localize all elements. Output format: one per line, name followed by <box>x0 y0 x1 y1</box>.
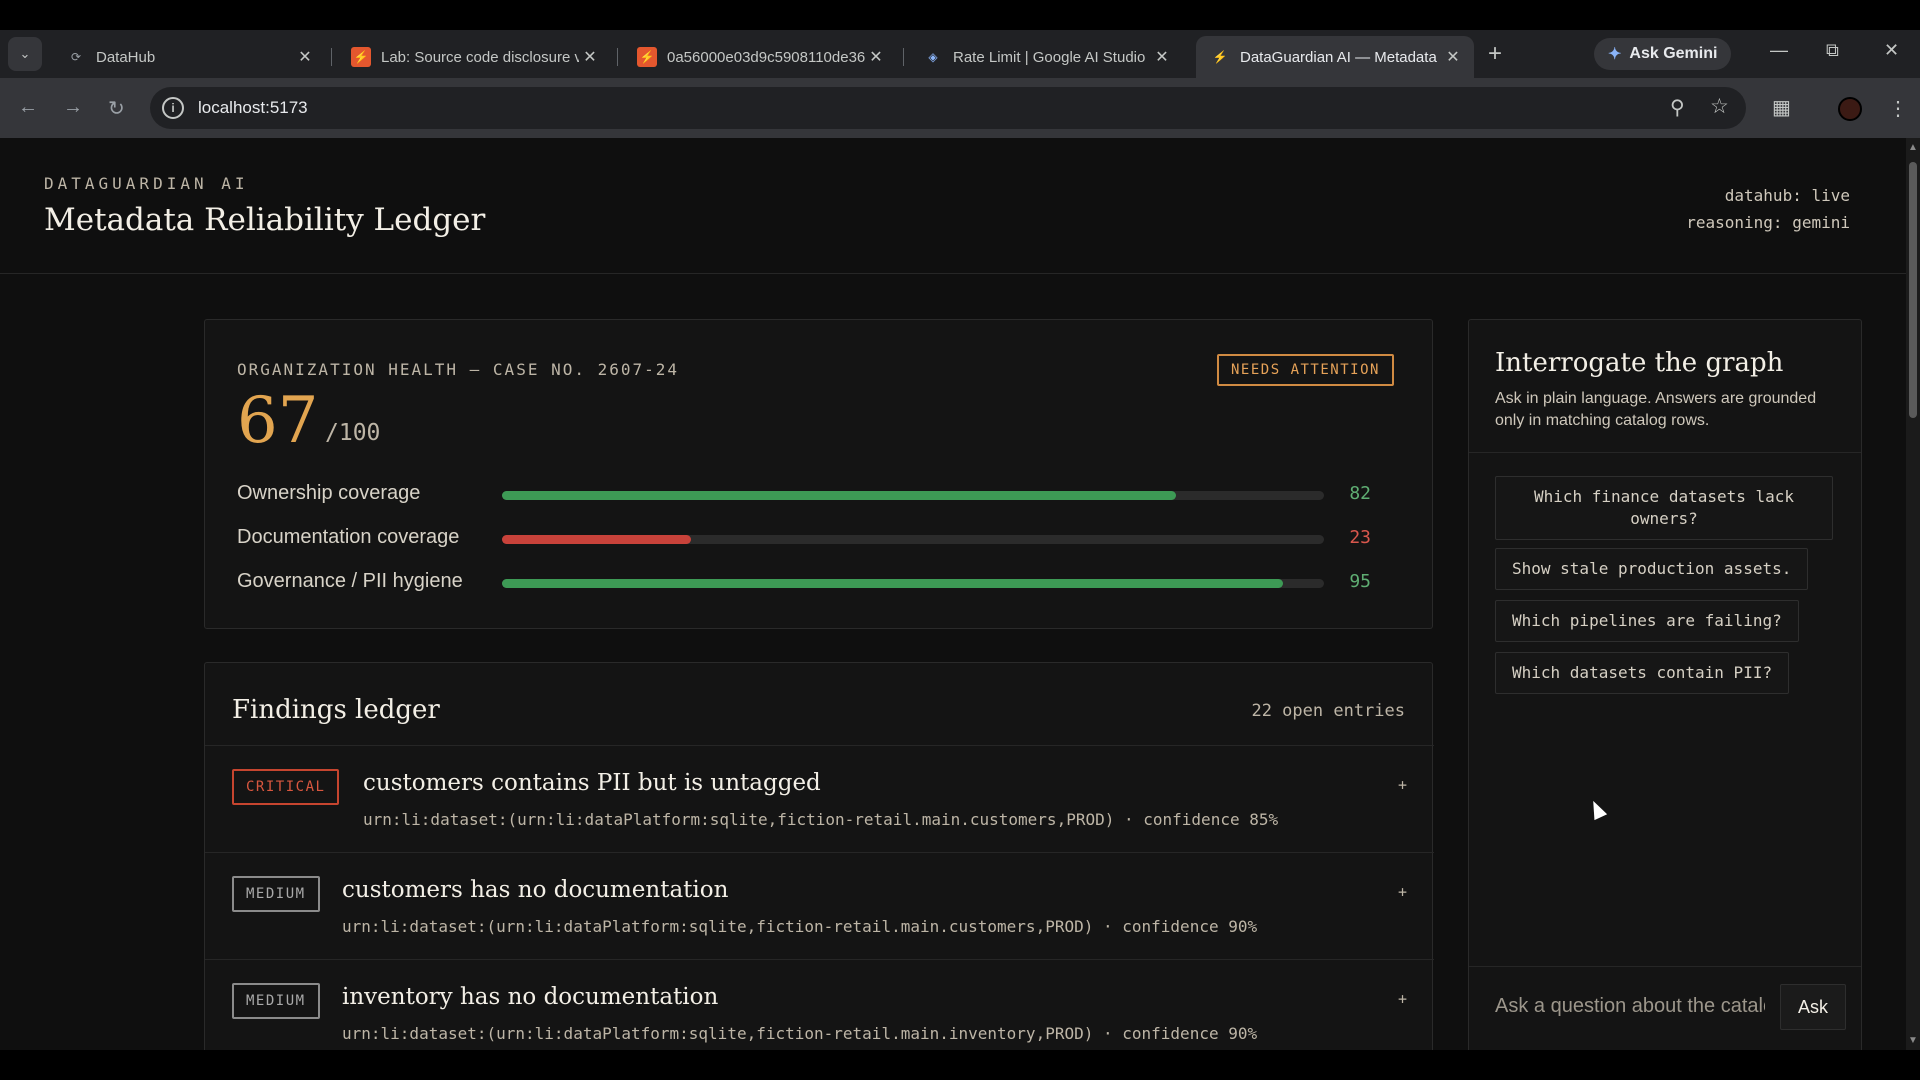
metric-fill <box>502 535 692 544</box>
divider <box>1469 452 1861 453</box>
portswigger-favicon: ⚡ <box>351 47 371 67</box>
ask-panel: Interrogate the graph Ask in plain langu… <box>1468 319 1862 1050</box>
site-info-icon[interactable]: i <box>162 97 184 119</box>
findings-count: 22 open entries <box>1251 701 1405 721</box>
question-input[interactable] <box>1495 984 1765 1028</box>
profile-avatar[interactable] <box>1838 97 1862 121</box>
reload-icon[interactable]: ↻ <box>108 96 125 121</box>
brand-label: DATAGUARDIAN AI <box>44 174 249 193</box>
finding-row[interactable]: MEDIUM customers has no documentation ur… <box>205 852 1434 959</box>
metric-track <box>502 535 1324 544</box>
page-scrollbar[interactable]: ▲ ▼ <box>1906 138 1920 1050</box>
metric-label: Ownership coverage <box>237 482 421 504</box>
close-icon[interactable]: ✕ <box>1151 47 1173 67</box>
page-title: Metadata Reliability Ledger <box>44 202 486 238</box>
divider <box>1469 966 1861 967</box>
expand-icon[interactable]: + <box>1398 990 1407 1008</box>
finding-title: customers contains PII but is untagged <box>363 770 821 796</box>
tab-datahub[interactable]: ⟳ DataHub ✕ <box>52 36 326 78</box>
finding-urn: urn:li:dataset:(urn:li:dataPlatform:sqli… <box>342 1024 1258 1043</box>
window-close-icon[interactable]: ✕ <box>1884 40 1899 61</box>
metric-label: Documentation coverage <box>237 526 460 548</box>
suggestion-chip[interactable]: Which pipelines are failing? <box>1495 600 1799 642</box>
url-text: localhost:5173 <box>198 98 308 117</box>
findings-title: Findings ledger <box>232 695 440 725</box>
scroll-down-icon[interactable]: ▼ <box>1908 1035 1918 1046</box>
suggestion-chip[interactable]: Which finance datasets lack owners? <box>1495 476 1833 540</box>
case-label: ORGANIZATION HEALTH — CASE NO. 2607-24 <box>237 360 680 379</box>
ask-button[interactable]: Ask <box>1780 984 1846 1030</box>
metric-fill <box>502 491 1177 500</box>
new-tab-icon[interactable]: + <box>1488 40 1502 68</box>
bookmark-star-icon[interactable]: ☆ <box>1710 94 1729 119</box>
ask-description: Ask in plain language. Answers are groun… <box>1495 390 1817 429</box>
finding-urn: urn:li:dataset:(urn:li:dataPlatform:sqli… <box>363 810 1279 829</box>
metric-track <box>502 491 1324 500</box>
ai-studio-favicon: ◈ <box>928 50 938 64</box>
health-score-max: /100 <box>325 420 381 446</box>
close-icon[interactable]: ✕ <box>294 47 316 67</box>
metric-value: 95 <box>1349 571 1371 592</box>
metric-label: Governance / PII hygiene <box>237 570 463 592</box>
expand-icon[interactable]: + <box>1398 883 1407 901</box>
tab-ai-studio[interactable]: ◈ Rate Limit | Google AI Studio ✕ <box>909 36 1183 78</box>
findings-ledger: Findings ledger 22 open entries CRITICAL… <box>204 662 1434 1050</box>
ask-title: Interrogate the graph <box>1495 348 1784 378</box>
scrollbar-thumb[interactable] <box>1909 162 1917 418</box>
portswigger-favicon: ⚡ <box>637 47 657 67</box>
tab-dataguardian[interactable]: ⚡ DataGuardian AI — Metadata ✕ <box>1196 36 1474 78</box>
suggestion-chip[interactable]: Show stale production assets. <box>1495 548 1809 590</box>
page-header: DATAGUARDIAN AI Metadata Reliability Led… <box>0 138 1906 274</box>
health-card: ORGANIZATION HEALTH — CASE NO. 2607-24 N… <box>204 319 1433 629</box>
health-score: 67 <box>237 384 319 458</box>
metric-value: 23 <box>1349 527 1371 548</box>
address-bar[interactable]: i localhost:5173 ⚲ ☆ <box>150 87 1746 129</box>
close-icon[interactable]: ✕ <box>579 47 601 67</box>
metric-governance: Governance / PII hygiene 95 <box>237 568 1407 598</box>
tab-title: DataHub <box>96 48 156 66</box>
metric-track <box>502 579 1324 588</box>
metric-fill <box>502 579 1283 588</box>
metric-value: 82 <box>1349 483 1371 504</box>
browser-menu-icon[interactable]: ⋮ <box>1888 96 1908 121</box>
close-icon[interactable]: ✕ <box>865 47 887 67</box>
severity-badge: MEDIUM <box>232 876 320 912</box>
restore-icon[interactable]: ⧉ <box>1826 40 1839 61</box>
extensions-icon[interactable]: ▦ <box>1772 95 1791 120</box>
tab-lab[interactable]: ⚡ Lab: Source code disclosure v ✕ <box>337 36 611 78</box>
connection-status: datahub: live reasoning: gemini <box>1686 182 1850 236</box>
tab-title: Lab: Source code disclosure v <box>381 48 579 66</box>
expand-icon[interactable]: + <box>1398 776 1407 794</box>
tab-search-chevron-icon[interactable]: ⌄ <box>8 37 42 71</box>
dataguardian-favicon: ⚡ <box>1212 50 1228 64</box>
severity-badge: MEDIUM <box>232 983 320 1019</box>
needs-attention-badge: NEEDS ATTENTION <box>1217 354 1394 386</box>
metric-ownership: Ownership coverage 82 <box>237 480 1407 510</box>
tab-title: DataGuardian AI — Metadata <box>1240 48 1437 66</box>
finding-urn: urn:li:dataset:(urn:li:dataPlatform:sqli… <box>342 917 1258 936</box>
scroll-up-icon[interactable]: ▲ <box>1908 142 1918 153</box>
finding-row[interactable]: CRITICAL customers contains PII but is u… <box>205 745 1434 852</box>
finding-title: inventory has no documentation <box>342 984 719 1010</box>
minimize-icon[interactable]: — <box>1770 40 1788 61</box>
tab-lab-instance[interactable]: ⚡ 0a56000e03d9c5908110de36 ✕ <box>623 36 897 78</box>
ask-gemini-button[interactable]: ✦ Ask Gemini <box>1594 38 1732 70</box>
forward-icon[interactable]: → <box>63 96 83 119</box>
reasoning-status: reasoning: gemini <box>1686 213 1850 232</box>
close-icon[interactable]: ✕ <box>1442 47 1464 67</box>
ask-gemini-label: Ask Gemini <box>1629 45 1718 62</box>
suggestion-chip[interactable]: Which datasets contain PII? <box>1495 652 1790 694</box>
tab-title: 0a56000e03d9c5908110de36 <box>667 48 865 66</box>
tab-title: Rate Limit | Google AI Studio <box>953 48 1146 66</box>
severity-badge: CRITICAL <box>232 769 340 805</box>
finding-row[interactable]: MEDIUM inventory has no documentation ur… <box>205 959 1434 1050</box>
gemini-sparkle-icon: ✦ <box>1608 46 1622 63</box>
finding-title: customers has no documentation <box>342 877 729 903</box>
zoom-icon[interactable]: ⚲ <box>1670 95 1685 120</box>
page: DATAGUARDIAN AI Metadata Reliability Led… <box>0 138 1906 1050</box>
datahub-favicon: ⟳ <box>70 50 82 64</box>
back-icon[interactable]: ← <box>18 96 38 119</box>
metric-documentation: Documentation coverage 23 <box>237 524 1407 554</box>
datahub-status: datahub: live <box>1724 186 1850 205</box>
